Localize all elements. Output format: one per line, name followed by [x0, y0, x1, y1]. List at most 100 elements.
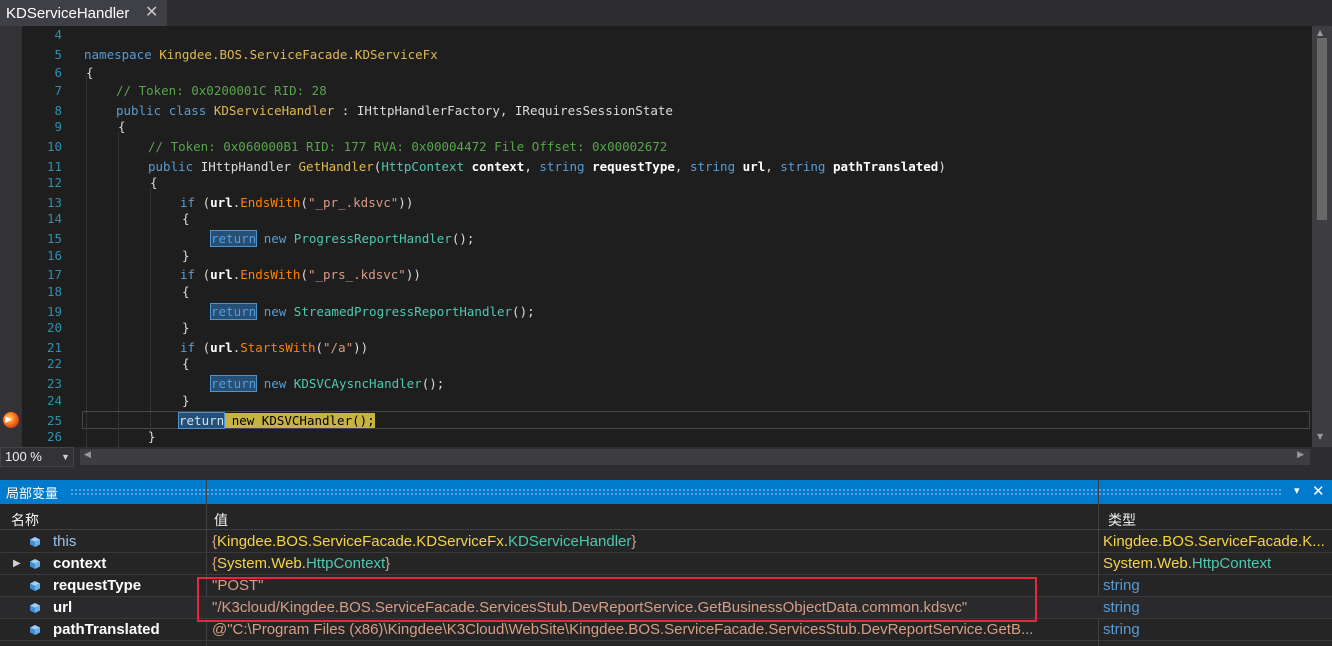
scroll-up-arrow-icon[interactable]: ▲ [1317, 28, 1323, 37]
variable-type: System.Web.HttpContext [1103, 555, 1272, 572]
line-number: 12 [46, 175, 62, 190]
code-line-18: { [182, 284, 190, 299]
locals-row-context[interactable]: ▶ context {System.Web.HttpContext} Syste… [0, 553, 1332, 575]
document-tab-strip: KDServiceHandler ✕ [0, 0, 1332, 26]
keyword-return: return [177, 412, 226, 429]
line-number: 7 [54, 83, 62, 98]
return-type: IHttpHandler [200, 159, 291, 174]
method-name: GetHandler [298, 159, 374, 174]
identifier-url: url [210, 340, 233, 355]
identifier-url: url [210, 267, 233, 282]
line-number: 25 [46, 413, 62, 428]
keyword-string: string [780, 159, 826, 174]
scroll-right-arrow-icon[interactable]: ▶ [1297, 450, 1304, 460]
line-number: 4 [54, 27, 62, 42]
line-number: 20 [46, 320, 62, 335]
scroll-down-arrow-icon[interactable]: ▼ [1317, 432, 1323, 441]
type-name: ProgressReportHandler [293, 231, 452, 246]
param-name: requestType [592, 159, 675, 174]
code-line-23: return new KDSVCAysncHandler(); [209, 375, 445, 392]
column-header-type[interactable]: 类型 [1108, 510, 1136, 530]
scrollbar-thumb[interactable] [1317, 38, 1327, 220]
close-window-icon[interactable]: ✕ [1312, 482, 1325, 500]
param-type: HttpContext [381, 159, 465, 174]
column-header-name[interactable]: 名称 [11, 510, 39, 530]
variable-type: string [1103, 599, 1140, 616]
brace: } [182, 393, 190, 408]
variable-name: url [53, 599, 73, 616]
line-number: 6 [54, 65, 62, 80]
window-options-dropdown-icon[interactable]: ▾ [1294, 484, 1300, 497]
line-number: 9 [54, 119, 62, 134]
line-number: 24 [46, 393, 62, 408]
brace: { [150, 175, 158, 190]
variable-name: this [53, 533, 77, 550]
scroll-left-arrow-icon[interactable]: ◀ [84, 450, 91, 460]
brace: { [118, 119, 126, 134]
method-call: EndsWith [240, 195, 301, 210]
brace: } [182, 248, 190, 263]
code-line-8: public class KDServiceHandler : IHttpHan… [116, 103, 673, 118]
code-line-21: if (url.StartsWith("/a")) [180, 340, 369, 355]
variable-value[interactable]: {System.Web.HttpContext} [212, 553, 1096, 574]
indent-guide [150, 188, 151, 433]
line-number: 14 [46, 211, 62, 226]
type-name: KDSVCAysncHandler [293, 376, 422, 391]
line-number: 10 [46, 139, 62, 154]
keyword-namespace: namespace [84, 47, 152, 62]
brace: { [182, 356, 190, 371]
glyph-margin[interactable] [0, 26, 22, 447]
code-text-area[interactable]: namespace Kingdee.BOS.ServiceFacade.KDSe… [70, 26, 1312, 447]
line-number: 17 [46, 267, 62, 282]
indent-guide [118, 132, 119, 447]
param-name: url [742, 159, 766, 174]
field-cube-icon [30, 537, 40, 547]
line-number: 18 [46, 284, 62, 299]
field-cube-icon [30, 625, 40, 635]
method-call: StartsWith [240, 340, 316, 355]
namespace-name: Kingdee.BOS.ServiceFacade.KDServiceFx [159, 47, 438, 62]
title-grip [70, 488, 1282, 496]
locals-row-this[interactable]: this {Kingdee.BOS.ServiceFacade.KDServic… [0, 531, 1332, 553]
variable-value[interactable]: {Kingdee.BOS.ServiceFacade.KDServiceFx.K… [212, 531, 1096, 552]
param-name: pathTranslated [832, 159, 939, 174]
keyword-new: new [263, 231, 287, 246]
keyword-string: string [689, 159, 736, 174]
editor-vertical-scrollbar[interactable]: ▲ ▼ [1312, 26, 1332, 447]
line-number: 21 [46, 340, 62, 355]
locals-title-bar[interactable]: 局部变量 ▾ ✕ [0, 480, 1332, 504]
expand-arrow-icon[interactable]: ▶ [13, 553, 21, 574]
variable-value[interactable]: @"C:\Program Files (x86)\Kingdee\K3Cloud… [212, 619, 1096, 640]
column-header-value[interactable]: 值 [214, 510, 228, 530]
field-cube-icon [30, 603, 40, 613]
line-number: 15 [46, 231, 62, 246]
code-line-9: { [118, 119, 126, 134]
code-line-15: return new ProgressReportHandler(); [209, 230, 475, 247]
close-tab-icon[interactable]: ✕ [145, 2, 158, 21]
zoom-level-dropdown[interactable]: 100 % ▼ [0, 447, 74, 467]
variable-type: string [1103, 621, 1140, 638]
locals-row-pathtranslated[interactable]: pathTranslated @"C:\Program Files (x86)\… [0, 619, 1332, 641]
code-editor[interactable]: ▶ 4 5 6 7 8 9 10 11 12 13 14 15 16 17 18… [0, 26, 1332, 447]
class-interfaces: : IHttpHandlerFactory, IRequiresSessionS… [334, 103, 673, 118]
string-literal: "_pr_.kdsvc" [307, 195, 399, 210]
line-number: 26 [46, 429, 62, 444]
keyword-return: return [209, 375, 258, 392]
keyword-new: new [263, 304, 287, 319]
document-tab-kdservicehandler[interactable]: KDServiceHandler ✕ [0, 0, 167, 26]
editor-horizontal-scrollbar[interactable]: ◀ ▶ [80, 449, 1310, 465]
chevron-down-icon[interactable]: ▼ [61, 448, 70, 466]
brace: } [148, 429, 156, 444]
keyword-string: string [539, 159, 585, 174]
code-line-22: { [182, 356, 190, 371]
code-line-10: // Token: 0x060000B1 RID: 177 RVA: 0x000… [148, 139, 667, 154]
keyword-new: new [231, 413, 255, 428]
variable-name: requestType [53, 577, 142, 594]
variable-type: string [1103, 577, 1140, 594]
line-number: 11 [46, 159, 62, 174]
string-literal: "/a" [323, 340, 354, 355]
line-number: 22 [46, 356, 62, 371]
keyword-if: if [180, 340, 196, 355]
indent-guide [86, 76, 87, 447]
line-number: 19 [46, 304, 62, 319]
